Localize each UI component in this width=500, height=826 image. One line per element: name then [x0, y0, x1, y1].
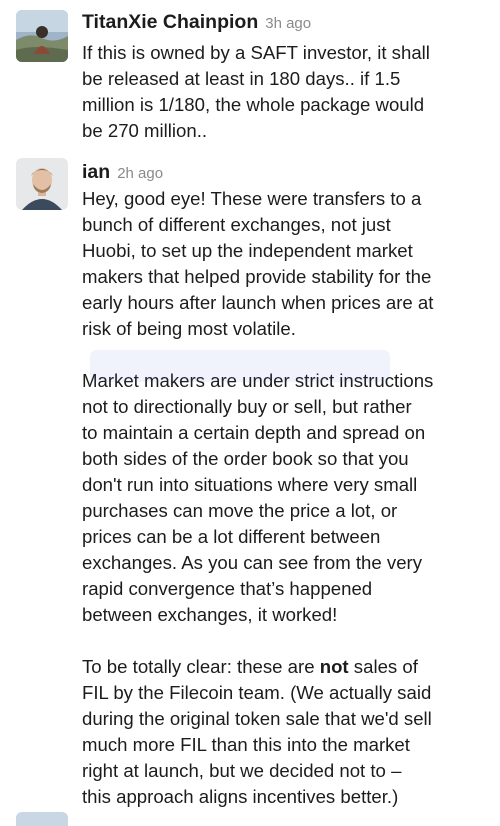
- text-line: rapid convergence that’s happened: [82, 578, 373, 599]
- message-text: Hey, good eye! These were transfers to a…: [82, 186, 494, 810]
- text-line: purchases can move the price a lot, or: [82, 500, 398, 521]
- text-line: Hey, good eye! These were transfers to a: [82, 188, 422, 209]
- text-line: right at launch, but we decided not to –: [82, 760, 402, 781]
- text-line: To be totally clear: these are not sales…: [82, 656, 418, 677]
- text-line: between exchanges, it worked!: [82, 604, 338, 625]
- text-line: both sides of the order book so that you: [82, 448, 409, 469]
- text-line: Market makers are under strict instructi…: [82, 370, 434, 391]
- message-titanxie: TitanXie Chainpion 3h ago If this is owne…: [0, 0, 500, 150]
- text-line: don't run into situations where very sma…: [82, 474, 418, 495]
- author-name[interactable]: ian: [82, 161, 110, 183]
- timestamp[interactable]: 3h ago: [265, 15, 311, 32]
- text-line: If this is owned by a SAFT investor, it …: [82, 42, 430, 63]
- text-line: makers that helped provide stability for…: [82, 266, 432, 287]
- text-line: FIL by the Filecoin team. (We actually s…: [82, 682, 432, 703]
- text-line: much more FIL than this into the market: [82, 734, 410, 755]
- text-line: early hours after launch when prices are…: [82, 292, 434, 313]
- message-ian: ian 2h ago Hey, good eye! These were tran…: [0, 150, 500, 810]
- text-line: to maintain a certain depth and spread o…: [82, 422, 426, 443]
- text-line: exchanges. As you can see from the very: [82, 552, 423, 573]
- text-line: Huobi, to set up the independent market: [82, 240, 413, 261]
- timestamp[interactable]: 2h ago: [117, 165, 163, 182]
- author-name[interactable]: TitanXie Chainpion: [82, 11, 258, 33]
- text-line: million is 1/180, the whole package woul…: [82, 94, 425, 115]
- message-header: TitanXie Chainpion 3h ago: [82, 9, 311, 37]
- message-text: If this is owned by a SAFT investor, it …: [82, 40, 494, 144]
- text-line: be released at least in 180 days.. if 1.…: [82, 68, 401, 89]
- text-line: during the original token sale that we'd…: [82, 708, 432, 729]
- text-line: bunch of different exchanges, not just: [82, 214, 391, 235]
- text-line: risk of being most volatile.: [82, 318, 296, 339]
- next-message-avatar[interactable]: [16, 812, 68, 826]
- text-line: not to directionally buy or sell, but ra…: [82, 396, 412, 417]
- text-line: prices can be a lot different between: [82, 526, 381, 547]
- avatar-ian[interactable]: [16, 158, 68, 210]
- text-line: this approach aligns incentives better.): [82, 786, 399, 807]
- message-header: ian 2h ago: [82, 159, 163, 187]
- text-line: be 270 million..: [82, 120, 208, 141]
- avatar-titanxie[interactable]: [16, 10, 68, 62]
